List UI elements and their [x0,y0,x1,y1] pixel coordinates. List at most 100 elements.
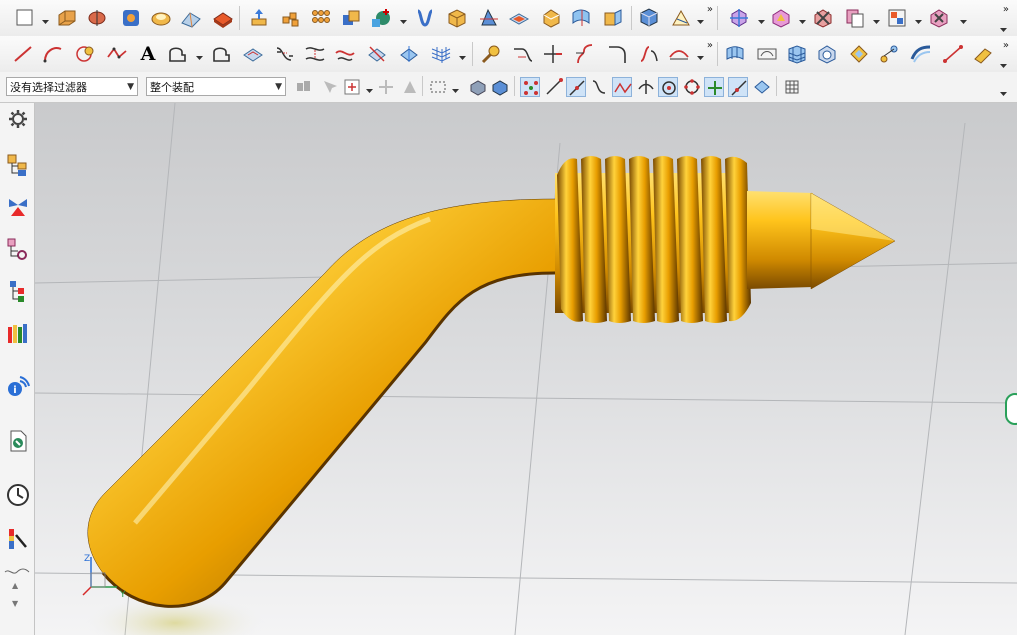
bridge-curve-icon[interactable] [274,43,296,65]
graphics-window[interactable]: Z Y [35,103,1017,635]
arc-icon[interactable] [42,43,64,65]
chevron-down-icon[interactable] [1000,86,1007,96]
corner-icon[interactable] [574,43,596,65]
select-sheet-icon[interactable] [490,77,510,97]
datum-icon[interactable] [370,7,392,29]
clock-icon[interactable] [6,483,30,507]
model-view[interactable]: Z Y [35,103,1017,635]
move-object-icon[interactable] [728,7,750,29]
chevron-down-icon[interactable] [915,14,922,24]
scroll-down-icon[interactable]: ▼ [12,599,18,608]
n-sided-surface-icon[interactable] [816,43,838,65]
shell-icon[interactable] [446,7,468,29]
rectangle-select-icon[interactable] [428,77,448,97]
ruled-surface-icon[interactable] [724,43,746,65]
chevron-down-icon[interactable] [452,83,459,93]
general-selection-icon[interactable] [294,77,314,97]
text-tool-icon[interactable]: A [137,43,159,65]
snap-arc-center-icon[interactable] [658,77,678,97]
selection-filter-dropdown[interactable]: 没有选择过滤器 ▼ [6,77,138,96]
select-component-icon[interactable] [376,77,396,97]
mesh-surface-icon[interactable] [398,43,420,65]
sketch-icon[interactable] [770,7,792,29]
select-face-icon[interactable] [400,77,420,97]
grid-icon[interactable] [782,77,802,97]
select-feature-icon[interactable] [320,77,340,97]
scroll-up-icon[interactable]: ▲ [12,581,18,590]
offset-curve-2-icon[interactable] [210,43,232,65]
edit-feature-icon[interactable] [670,7,692,29]
unite-icon[interactable] [340,7,362,29]
copy-icon[interactable] [844,7,866,29]
pattern-face-icon[interactable] [310,7,332,29]
assembly-icon[interactable] [928,7,950,29]
snap-intersection-icon[interactable] [636,77,656,97]
snap-point-on-curve-icon[interactable] [728,77,748,97]
toolbar-overflow-icon[interactable]: » [707,40,713,51]
assembly-navigator-icon[interactable] [6,153,30,177]
assembly-icon[interactable] [886,7,908,29]
line-icon[interactable] [12,43,34,65]
join-curve-icon[interactable] [334,43,356,65]
toolbar-overflow-icon[interactable]: » [1003,40,1009,51]
mirror-icon[interactable] [570,7,592,29]
project-curve-icon[interactable] [304,43,326,65]
select-body-icon[interactable] [342,77,362,97]
extrude-icon[interactable] [56,7,78,29]
chevron-down-icon[interactable] [758,14,765,24]
chevron-down-icon[interactable] [196,50,203,60]
offset-face-icon[interactable] [508,7,530,29]
pattern-feature-icon[interactable] [280,7,302,29]
isoparametric-icon[interactable] [638,43,660,65]
trim-body-icon[interactable] [478,7,500,29]
toolbar-overflow-icon[interactable]: » [1003,4,1009,15]
snap-control-point-icon[interactable] [612,77,632,97]
rod-body[interactable] [87,198,596,607]
constraint-navigator-icon[interactable] [6,195,30,219]
toolbar-overflow-icon[interactable]: » [707,4,713,15]
circle-icon[interactable] [74,43,96,65]
edge-handle-icon[interactable] [1005,393,1017,425]
selection-scope-dropdown[interactable]: 整个装配 ▼ [146,77,286,96]
chevron-down-icon[interactable] [459,50,466,60]
chevron-down-icon[interactable] [1000,22,1007,32]
snap-point-icon[interactable] [704,77,724,97]
web-browser-icon[interactable]: i [6,375,30,399]
surface-icon[interactable] [242,43,264,65]
settings-icon[interactable] [6,107,30,131]
hd3d-icon[interactable] [6,321,30,345]
spline-icon[interactable] [106,43,128,65]
chevron-down-icon[interactable] [366,83,373,93]
chevron-down-icon[interactable] [42,14,49,24]
history-icon[interactable] [6,429,30,453]
law-extension-icon[interactable] [878,43,900,65]
chevron-down-icon[interactable] [697,50,704,60]
snap-midpoint-icon[interactable] [566,77,586,97]
block-icon[interactable] [120,7,142,29]
move-face-icon[interactable] [248,7,270,29]
snap-point-on-surface-icon[interactable] [752,77,772,97]
intersect-curve-icon[interactable] [512,43,534,65]
revolve-icon[interactable] [86,7,108,29]
trim-sheet-icon[interactable] [972,43,994,65]
snap-line-icon[interactable] [544,77,564,97]
part-navigator-icon[interactable] [6,237,30,261]
extend-curve-icon[interactable] [668,43,690,65]
cylinder-icon[interactable] [150,7,172,29]
sheet-icon[interactable] [638,7,660,29]
chevron-down-icon[interactable] [799,14,806,24]
chevron-down-icon[interactable] [960,14,967,24]
fillet-curve-icon[interactable] [480,43,502,65]
swept-surface-icon[interactable] [786,43,808,65]
reuse-library-icon[interactable] [6,279,30,303]
snap-quadrant-icon[interactable] [682,77,702,97]
trim-sheet-icon[interactable] [942,43,964,65]
chevron-down-icon[interactable] [400,14,407,24]
new-sketch-icon[interactable] [14,7,36,29]
snap-curve-icon[interactable] [590,77,610,97]
section-icon[interactable] [430,43,452,65]
palette-icon[interactable] [6,527,30,551]
select-solid-icon[interactable] [468,77,488,97]
offset-curve-icon[interactable] [166,43,188,65]
box-body-icon[interactable] [602,7,624,29]
